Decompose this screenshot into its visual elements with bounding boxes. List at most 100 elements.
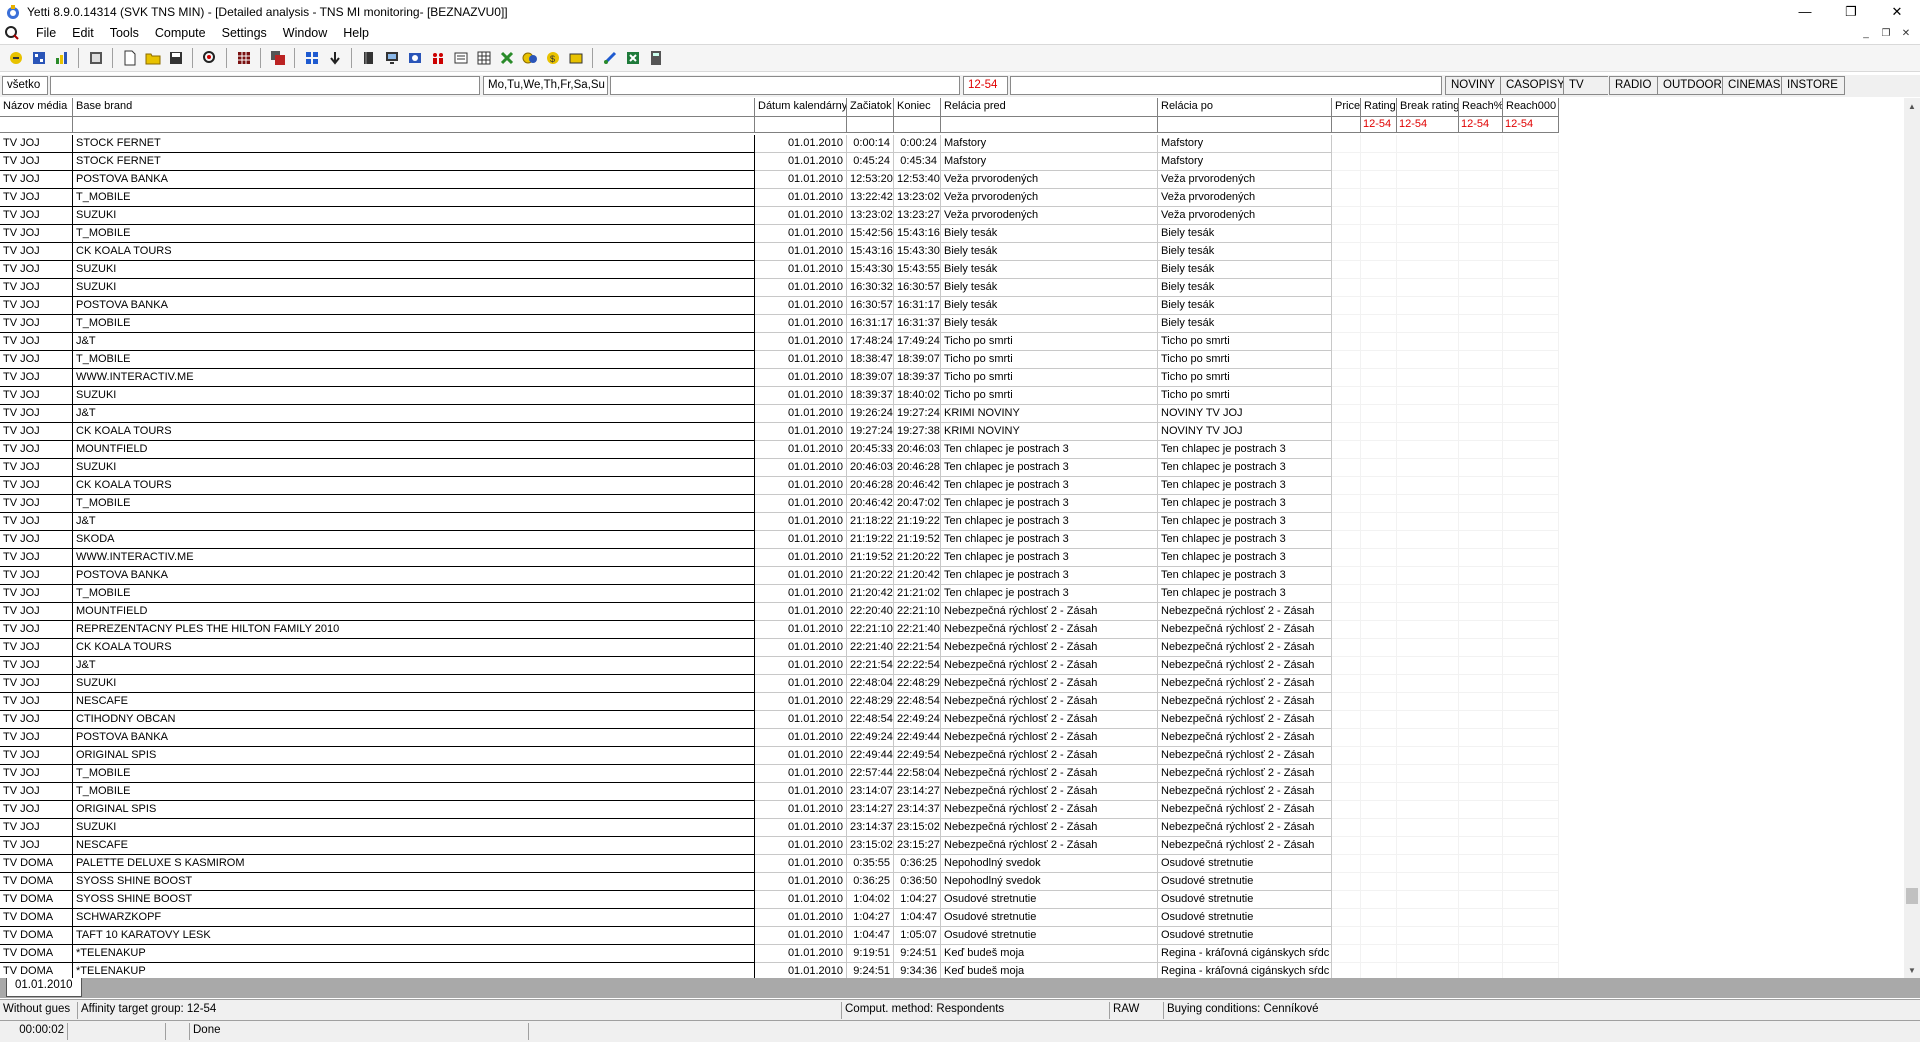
book-icon[interactable] [358, 48, 379, 69]
cell-metric-blank[interactable] [1459, 621, 1503, 639]
cell-date[interactable]: 01.01.2010 [755, 711, 847, 729]
cell-metric-blank[interactable] [1332, 189, 1361, 207]
cell-metric-blank[interactable] [1397, 549, 1459, 567]
cell-date[interactable]: 01.01.2010 [755, 891, 847, 909]
cell-metric-blank[interactable] [1332, 387, 1361, 405]
close-button[interactable]: ✕ [1874, 0, 1920, 23]
cell-date[interactable]: 01.01.2010 [755, 315, 847, 333]
cell-date[interactable]: 01.01.2010 [755, 549, 847, 567]
cell-date[interactable]: 01.01.2010 [755, 747, 847, 765]
cell-start[interactable]: 1:04:02 [847, 891, 894, 909]
cell-media[interactable]: TV DOMA [0, 909, 73, 927]
cell-metric-blank[interactable] [1397, 351, 1459, 369]
cell-media[interactable]: TV JOJ [0, 837, 73, 855]
table-row[interactable]: TV JOJ SUZUKI 01.01.2010 18:39:37 18:40:02 Ti… [0, 387, 1904, 405]
coins-icon[interactable] [519, 48, 540, 69]
cell-brand[interactable]: CK KOALA TOURS [73, 423, 755, 441]
cell-start[interactable]: 15:42:56 [847, 225, 894, 243]
cell-before[interactable]: Osudové stretnutie [941, 891, 1158, 909]
cell-brand[interactable]: NESCAFE [73, 837, 755, 855]
cell-after[interactable]: Nebezpečná rýchlosť 2 - Zásah [1158, 639, 1332, 657]
cell-start[interactable]: 18:38:47 [847, 351, 894, 369]
cell-metric-blank[interactable] [1361, 567, 1397, 585]
cell-date[interactable]: 01.01.2010 [755, 621, 847, 639]
cell-media[interactable]: TV JOJ [0, 135, 73, 153]
cell-before[interactable]: Nebezpečná rýchlosť 2 - Zásah [941, 729, 1158, 747]
cell-end[interactable]: 15:43:16 [894, 225, 941, 243]
cell-metric-blank[interactable] [1397, 621, 1459, 639]
cell-metric-blank[interactable] [1503, 873, 1559, 891]
cell-media[interactable]: TV JOJ [0, 567, 73, 585]
cell-media[interactable]: TV JOJ [0, 585, 73, 603]
cell-start[interactable]: 9:24:51 [847, 963, 894, 978]
cell-before[interactable]: Nebezpečná rýchlosť 2 - Zásah [941, 603, 1158, 621]
cell-date[interactable]: 01.01.2010 [755, 153, 847, 171]
cell-metric-blank[interactable] [1503, 369, 1559, 387]
cell-metric-blank[interactable] [1503, 801, 1559, 819]
cell-date[interactable]: 01.01.2010 [755, 783, 847, 801]
cell-metric-blank[interactable] [1459, 837, 1503, 855]
spreadsheet-icon[interactable] [473, 48, 494, 69]
cell-end[interactable]: 20:46:03 [894, 441, 941, 459]
cell-metric-blank[interactable] [1332, 279, 1361, 297]
col-header-price[interactable]: Price [1332, 98, 1361, 117]
col-header-date[interactable]: Dátum kalendárny [755, 98, 847, 117]
cell-after[interactable]: Veža prvorodených [1158, 189, 1332, 207]
cell-metric-blank[interactable] [1397, 585, 1459, 603]
table-row[interactable]: TV JOJ CK KOALA TOURS 01.01.2010 20:46:28 20… [0, 477, 1904, 495]
cell-end[interactable]: 20:46:28 [894, 459, 941, 477]
cell-brand[interactable]: POSTOVA BANKA [73, 567, 755, 585]
cell-metric-blank[interactable] [1332, 243, 1361, 261]
cell-metric-blank[interactable] [1332, 693, 1361, 711]
cell-metric-blank[interactable] [1361, 693, 1397, 711]
cell-metric-blank[interactable] [1361, 135, 1397, 153]
cell-before[interactable]: Veža prvorodených [941, 189, 1158, 207]
cell-date[interactable]: 01.01.2010 [755, 927, 847, 945]
cell-start[interactable]: 22:57:44 [847, 765, 894, 783]
cell-start[interactable]: 22:49:24 [847, 729, 894, 747]
cell-metric-blank[interactable] [1459, 441, 1503, 459]
cell-end[interactable]: 9:34:36 [894, 963, 941, 978]
cell-start[interactable]: 22:48:54 [847, 711, 894, 729]
cell-metric-blank[interactable] [1361, 207, 1397, 225]
filter-cell-end[interactable] [894, 117, 941, 133]
open-folder-icon[interactable] [142, 48, 163, 69]
filter-cell-before[interactable] [941, 117, 1158, 133]
monitor-icon[interactable] [381, 48, 402, 69]
cell-brand[interactable]: T_MOBILE [73, 783, 755, 801]
cell-metric-blank[interactable] [1459, 855, 1503, 873]
cell-media[interactable]: TV JOJ [0, 477, 73, 495]
cell-metric-blank[interactable] [1459, 513, 1503, 531]
cell-metric-blank[interactable] [1459, 189, 1503, 207]
cell-brand[interactable]: POSTOVA BANKA [73, 729, 755, 747]
cell-before[interactable]: Nebezpečná rýchlosť 2 - Zásah [941, 819, 1158, 837]
cell-metric-blank[interactable] [1361, 783, 1397, 801]
cell-media[interactable]: TV DOMA [0, 927, 73, 945]
table-row[interactable]: TV JOJ MOUNTFIELD 01.01.2010 22:20:40 22:21:… [0, 603, 1904, 621]
table-row[interactable]: TV JOJ SUZUKI 01.01.2010 15:43:30 15:43:55 Bi… [0, 261, 1904, 279]
cell-metric-blank[interactable] [1503, 549, 1559, 567]
cell-metric-blank[interactable] [1503, 153, 1559, 171]
cell-date[interactable]: 01.01.2010 [755, 189, 847, 207]
cell-metric-blank[interactable] [1361, 621, 1397, 639]
table-row[interactable]: TV JOJ SUZUKI 01.01.2010 20:46:03 20:46:28 Te… [0, 459, 1904, 477]
cell-end[interactable]: 18:39:07 [894, 351, 941, 369]
table-row[interactable]: TV JOJ J&T 01.01.2010 22:21:54 22:22:54 Nebez… [0, 657, 1904, 675]
cell-brand[interactable]: J&T [73, 657, 755, 675]
cell-metric-blank[interactable] [1503, 639, 1559, 657]
cell-after[interactable]: Nebezpečná rýchlosť 2 - Zásah [1158, 621, 1332, 639]
cell-media[interactable]: TV JOJ [0, 495, 73, 513]
cell-metric-blank[interactable] [1332, 837, 1361, 855]
cell-metric-blank[interactable] [1397, 297, 1459, 315]
cell-metric-blank[interactable] [1397, 747, 1459, 765]
cell-start[interactable]: 20:46:42 [847, 495, 894, 513]
cell-media[interactable]: TV JOJ [0, 459, 73, 477]
cell-metric-blank[interactable] [1503, 927, 1559, 945]
cell-start[interactable]: 13:22:42 [847, 189, 894, 207]
cell-end[interactable]: 0:36:25 [894, 855, 941, 873]
cell-brand[interactable]: SYOSS SHINE BOOST [73, 891, 755, 909]
cell-metric-blank[interactable] [1503, 423, 1559, 441]
cell-metric-blank[interactable] [1361, 315, 1397, 333]
calculator-icon[interactable] [645, 48, 666, 69]
cell-start[interactable]: 22:21:10 [847, 621, 894, 639]
